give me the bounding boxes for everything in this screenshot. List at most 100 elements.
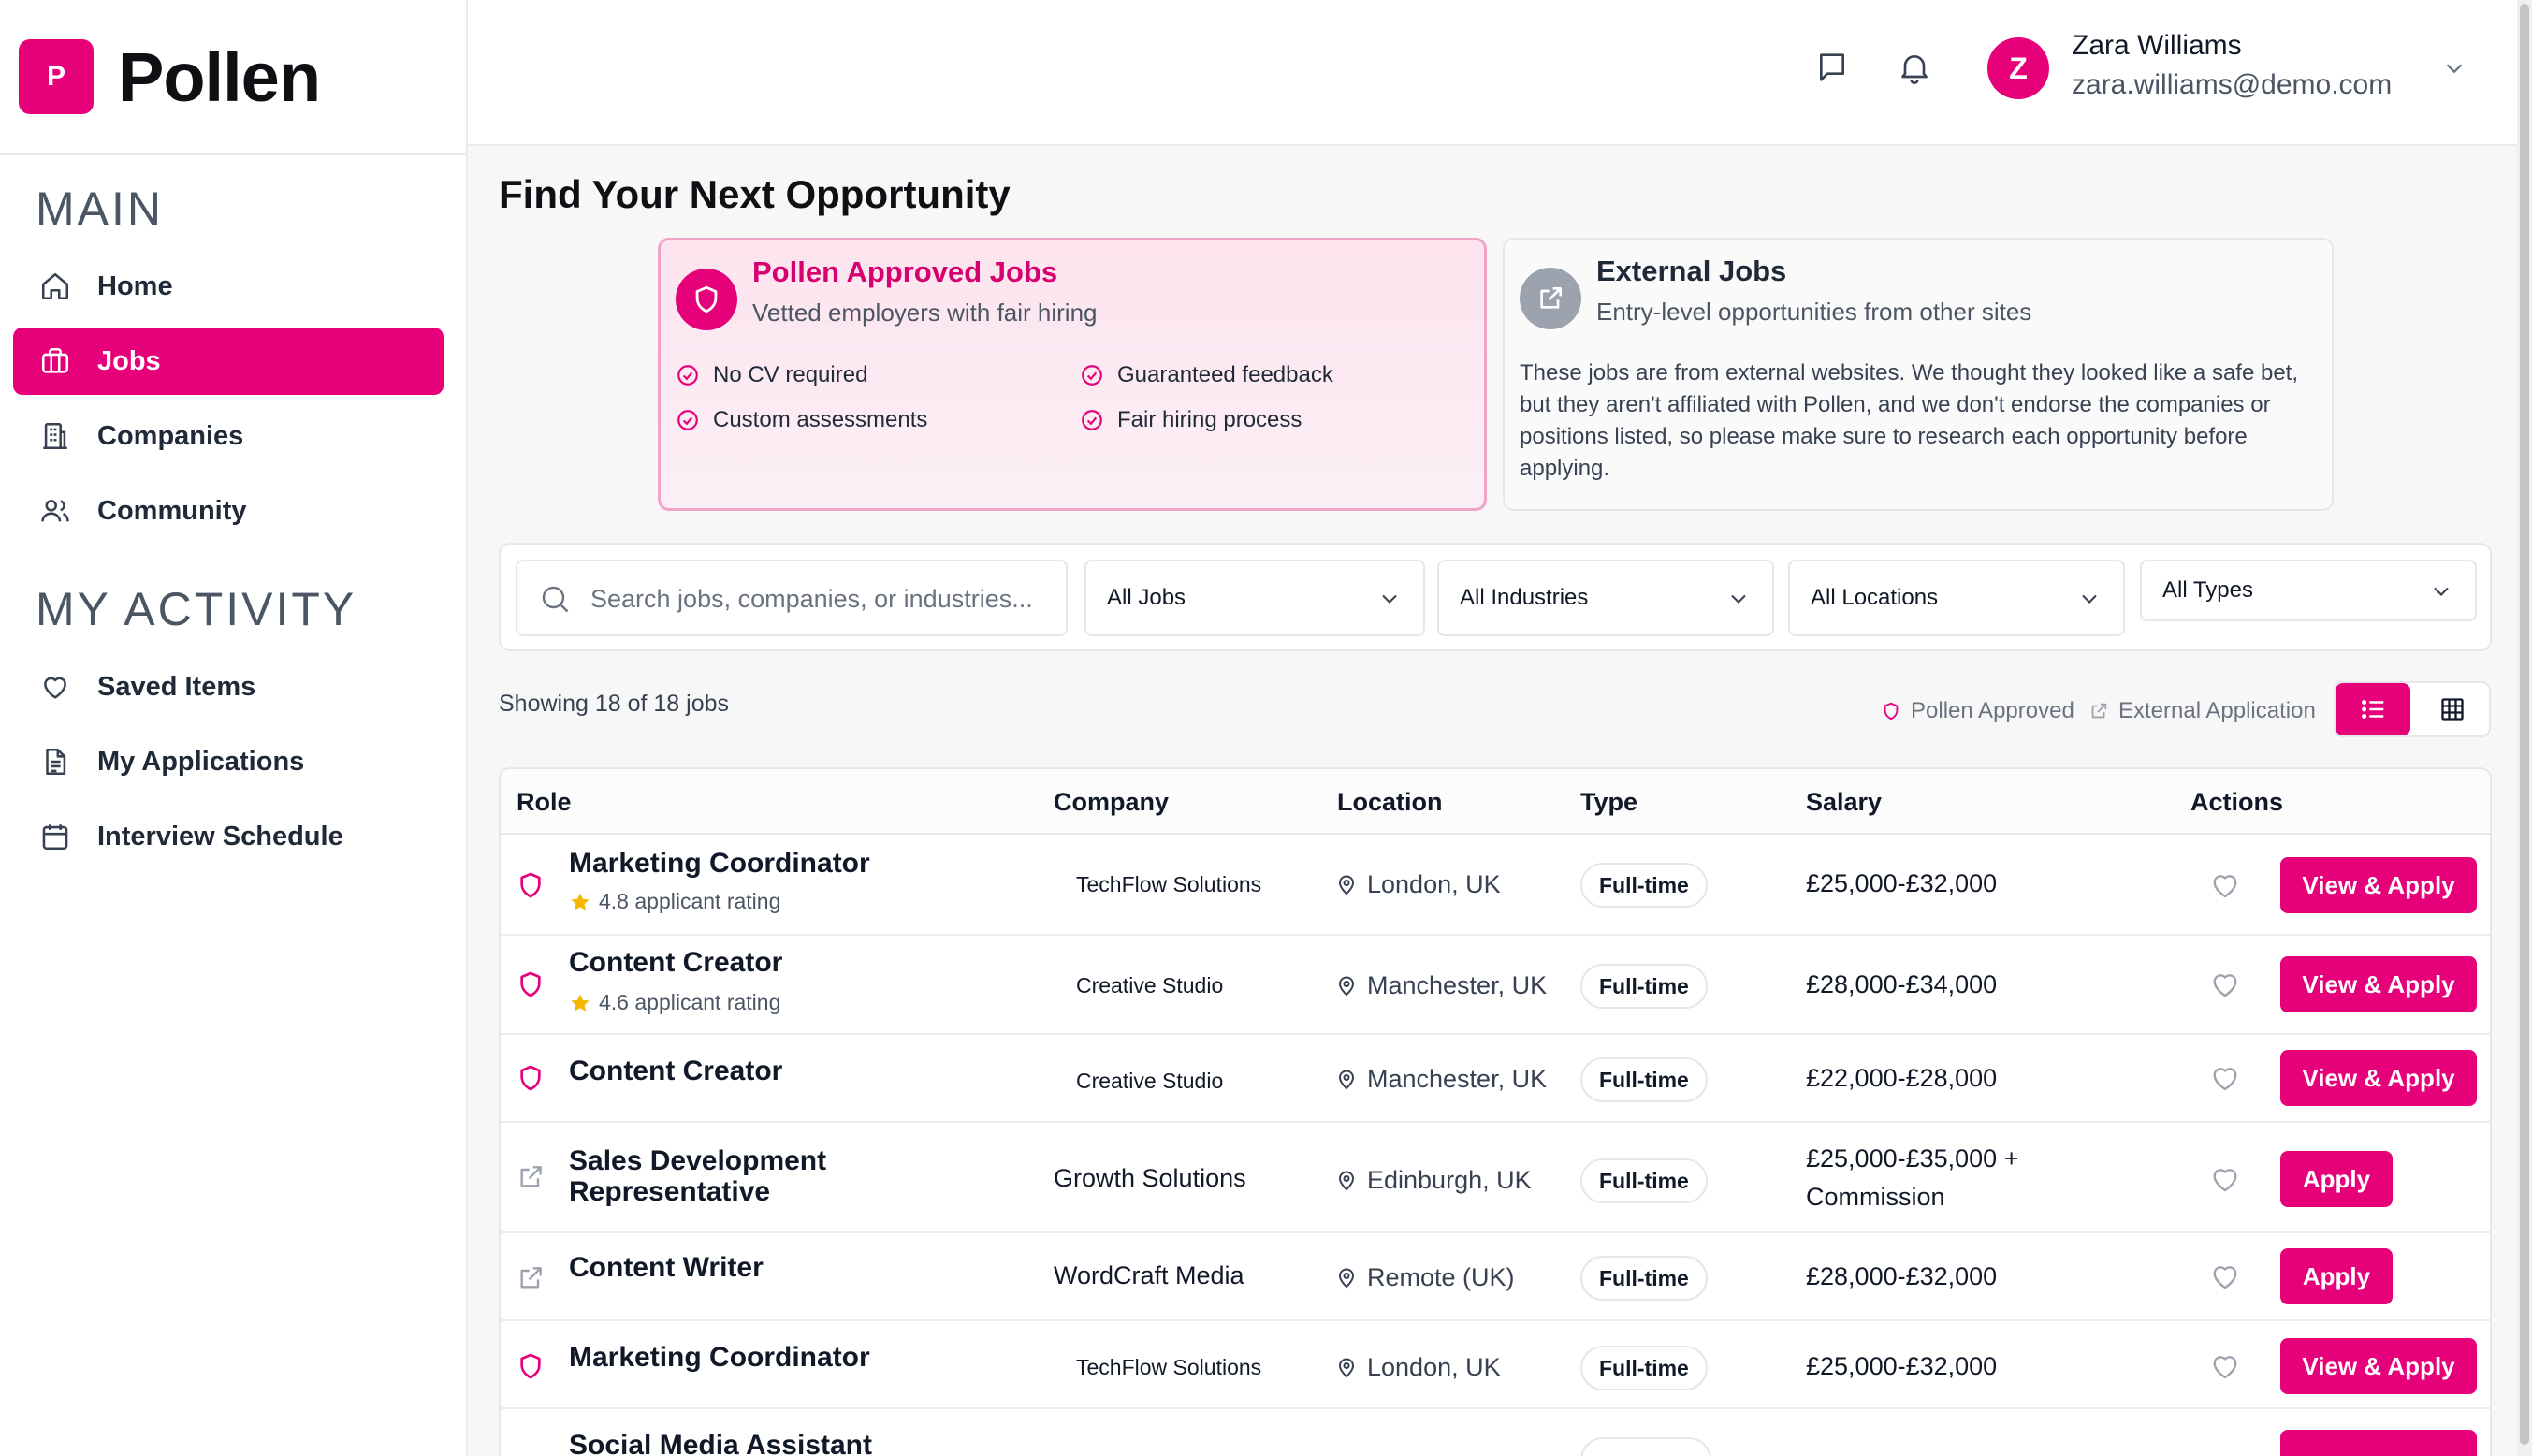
job-title[interactable]: Sales Development Representative [569,1145,906,1207]
job-location: Manchester, UK [1335,1065,1547,1094]
view-apply-button[interactable] [2280,1430,2477,1456]
job-salary: £28,000-£32,000 [1806,1262,1998,1290]
apply-button[interactable]: Apply [2280,1151,2393,1207]
job-location: Edinburgh, UK [1335,1166,1532,1195]
table-row[interactable]: Content Creator Creative Studio Manchest… [501,1035,2490,1123]
company-name: Growth Solutions [1054,1164,1246,1192]
grid-view-button[interactable] [2416,683,2489,735]
job-title[interactable]: Content Writer [569,1252,764,1283]
user-name: Zara Williams [2072,30,2242,61]
map-pin-icon [1335,975,1358,997]
sidebar-item-label: Home [97,270,173,301]
star-icon [569,992,591,1014]
table-row[interactable]: Content Creator 4.6 applicant rating Cre… [501,936,2490,1035]
check-circle-icon [1080,408,1104,432]
shield-icon [516,1351,546,1381]
sidebar-item-label: Saved Items [97,671,256,702]
sidebar-item-home[interactable]: Home [13,253,444,320]
legend-external: External Application [2088,698,2316,724]
chevron-down-icon[interactable] [2440,54,2468,82]
job-title[interactable]: Marketing Coordinator [569,1342,870,1373]
map-pin-icon [1335,874,1358,896]
view-apply-button[interactable]: View & Apply [2280,1050,2477,1106]
heart-icon[interactable] [2208,1061,2242,1095]
column-header-actions: Actions [2190,788,2284,816]
job-type-badge [1580,1437,1711,1456]
job-title[interactable]: Social Media Assistant [569,1430,872,1456]
pollen-approved-card[interactable]: Pollen Approved Jobs Vetted employers wi… [658,238,1487,511]
users-icon [39,495,71,527]
brand-logo[interactable]: P [19,39,94,114]
sidebar-item-jobs[interactable]: Jobs [13,328,444,395]
column-header-role[interactable]: Role [517,788,572,817]
select-value: All Jobs [1107,585,1186,610]
list-view-button[interactable] [2336,683,2410,735]
brand: P Pollen [0,0,466,155]
home-icon [39,270,71,302]
results-count: Showing 18 of 18 jobs [499,691,730,717]
heart-icon[interactable] [2208,968,2242,1001]
heart-icon[interactable] [2208,868,2242,902]
feature-label: Fair hiring process [1117,407,1302,432]
job-type-badge: Full-time [1580,1057,1708,1102]
bell-icon[interactable] [1896,49,1933,86]
sidebar-item-companies[interactable]: Companies [13,402,444,470]
scrollbar-thumb[interactable] [2520,4,2529,1445]
sidebar-item-community[interactable]: Community [13,477,444,545]
heart-icon[interactable] [2208,1259,2242,1293]
search-box[interactable] [516,560,1068,636]
column-header-salary[interactable]: Salary [1806,788,1882,817]
table-row[interactable]: Content Writer WordCraft Media Remote (U… [501,1233,2490,1321]
message-icon[interactable] [1813,49,1851,86]
table-row[interactable]: Social Media Assistant [501,1409,2490,1456]
location-label: London, UK [1367,870,1501,898]
calendar-icon [39,821,71,852]
check-circle-icon [676,363,700,387]
column-header-company[interactable]: Company [1054,788,1169,817]
location-label: Remote (UK) [1367,1263,1515,1291]
jobs-table: Role Company Location Type Salary Action… [499,767,2492,1456]
column-header-location[interactable]: Location [1337,788,1443,817]
job-salary: £25,000-£32,000 [1806,1352,1998,1380]
view-apply-button[interactable]: View & Apply [2280,956,2477,1012]
locations-filter-select[interactable]: All Locations [1788,560,2125,636]
job-title[interactable]: Content Creator [569,1056,782,1086]
table-header: Role Company Location Type Salary Action… [501,769,2490,835]
view-apply-button[interactable]: View & Apply [2280,1338,2477,1394]
chevron-down-icon [2076,586,2103,612]
job-salary: £22,000-£28,000 [1806,1064,1998,1092]
user-avatar[interactable]: Z [1987,37,2049,99]
view-apply-button[interactable]: View & Apply [2280,857,2477,913]
star-icon [569,891,591,913]
apply-button[interactable]: Apply [2280,1248,2393,1304]
search-input[interactable] [590,578,1049,619]
jobs-filter-select[interactable]: All Jobs [1084,560,1425,636]
external-link-icon [516,1162,546,1192]
shield-icon [676,269,737,330]
sidebar-item-interview-schedule[interactable]: Interview Schedule [13,803,444,870]
sidebar-item-my-applications[interactable]: My Applications [13,728,444,795]
heart-icon[interactable] [2208,1349,2242,1383]
industries-filter-select[interactable]: All Industries [1437,560,1774,636]
types-filter-select[interactable]: All Types [2140,560,2477,621]
external-link-icon [2088,701,2109,721]
applicant-rating: 4.8 applicant rating [569,889,780,914]
job-location: Manchester, UK [1335,971,1547,1000]
brand-name[interactable]: Pollen [118,37,321,117]
section-title-activity: MY ACTIVITY [36,583,357,635]
external-jobs-card[interactable]: External Jobs Entry-level opportunities … [1503,238,2334,511]
job-type-badge: Full-time [1580,863,1708,908]
document-icon [39,746,71,778]
table-row[interactable]: Marketing Coordinator TechFlow Solutions… [501,1321,2490,1409]
sidebar-item-saved-items[interactable]: Saved Items [13,653,444,721]
table-row[interactable]: Marketing Coordinator 4.8 applicant rati… [501,835,2490,936]
job-type-badge: Full-time [1580,1256,1708,1301]
chevron-down-icon [1725,586,1752,612]
job-title[interactable]: Content Creator [569,947,782,978]
heart-icon[interactable] [2208,1162,2242,1196]
column-header-type[interactable]: Type [1580,788,1637,817]
briefcase-icon [39,345,71,377]
job-title[interactable]: Marketing Coordinator [569,848,870,879]
card-title: Pollen Approved Jobs [752,255,1058,288]
table-row[interactable]: Sales Development Representative Growth … [501,1123,2490,1233]
